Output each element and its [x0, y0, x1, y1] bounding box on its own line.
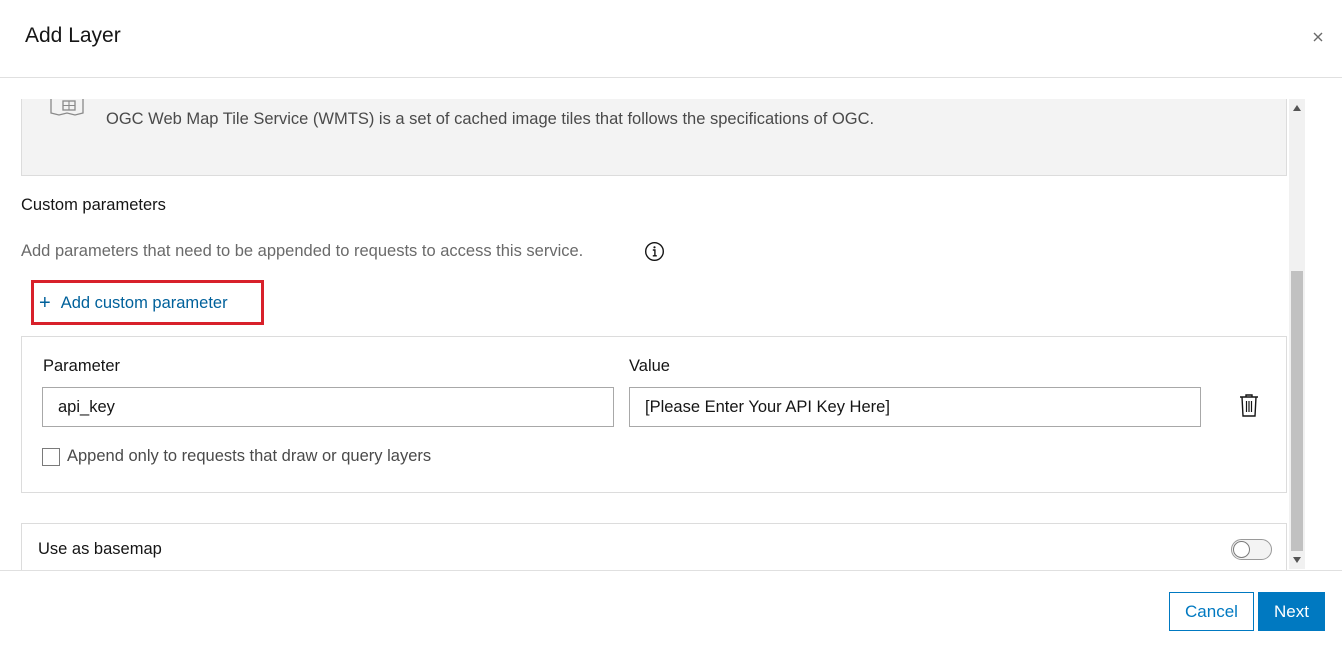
next-button[interactable]: Next: [1258, 592, 1325, 631]
delete-parameter-button[interactable]: [1236, 392, 1262, 420]
append-only-checkbox[interactable]: [42, 448, 60, 466]
custom-parameter-row: Parameter Value Append only to requests …: [21, 336, 1287, 493]
dialog-header: Add Layer: [0, 0, 1342, 78]
info-icon[interactable]: [644, 241, 665, 262]
scroll-up-arrow-icon[interactable]: [1293, 105, 1301, 111]
dialog-scrollbar[interactable]: [1289, 99, 1305, 569]
map-tiles-icon: [50, 99, 84, 116]
add-custom-parameter-label: Add custom parameter: [60, 294, 228, 312]
use-as-basemap-label: Use as basemap: [38, 540, 162, 558]
custom-parameters-title: Custom parameters: [21, 196, 166, 214]
close-icon: [1313, 32, 1323, 42]
dialog-footer: Cancel Next: [0, 570, 1342, 646]
close-button[interactable]: [1306, 25, 1330, 49]
service-description: OGC Web Map Tile Service (WMTS) is a set…: [106, 110, 875, 128]
dialog-title: Add Layer: [25, 24, 121, 47]
parameter-input[interactable]: [42, 387, 614, 427]
custom-parameters-description: Add parameters that need to be appended …: [21, 242, 584, 260]
parameter-label: Parameter: [43, 357, 121, 375]
value-label: Value: [629, 357, 670, 375]
scroll-thumb[interactable]: [1291, 271, 1303, 551]
trash-icon: [1240, 394, 1258, 417]
cancel-button[interactable]: Cancel: [1169, 592, 1254, 631]
use-as-basemap-toggle[interactable]: [1231, 539, 1272, 560]
plus-icon: +: [39, 292, 51, 314]
value-input[interactable]: [629, 387, 1201, 427]
service-type-card: OGC Web Map Tile Service (WMTS) is a set…: [21, 99, 1287, 176]
append-only-label: Append only to requests that draw or que…: [67, 447, 432, 465]
toggle-knob: [1233, 541, 1250, 558]
scroll-down-arrow-icon[interactable]: [1293, 557, 1301, 563]
add-custom-parameter-button[interactable]: + Add custom parameter: [31, 280, 264, 325]
